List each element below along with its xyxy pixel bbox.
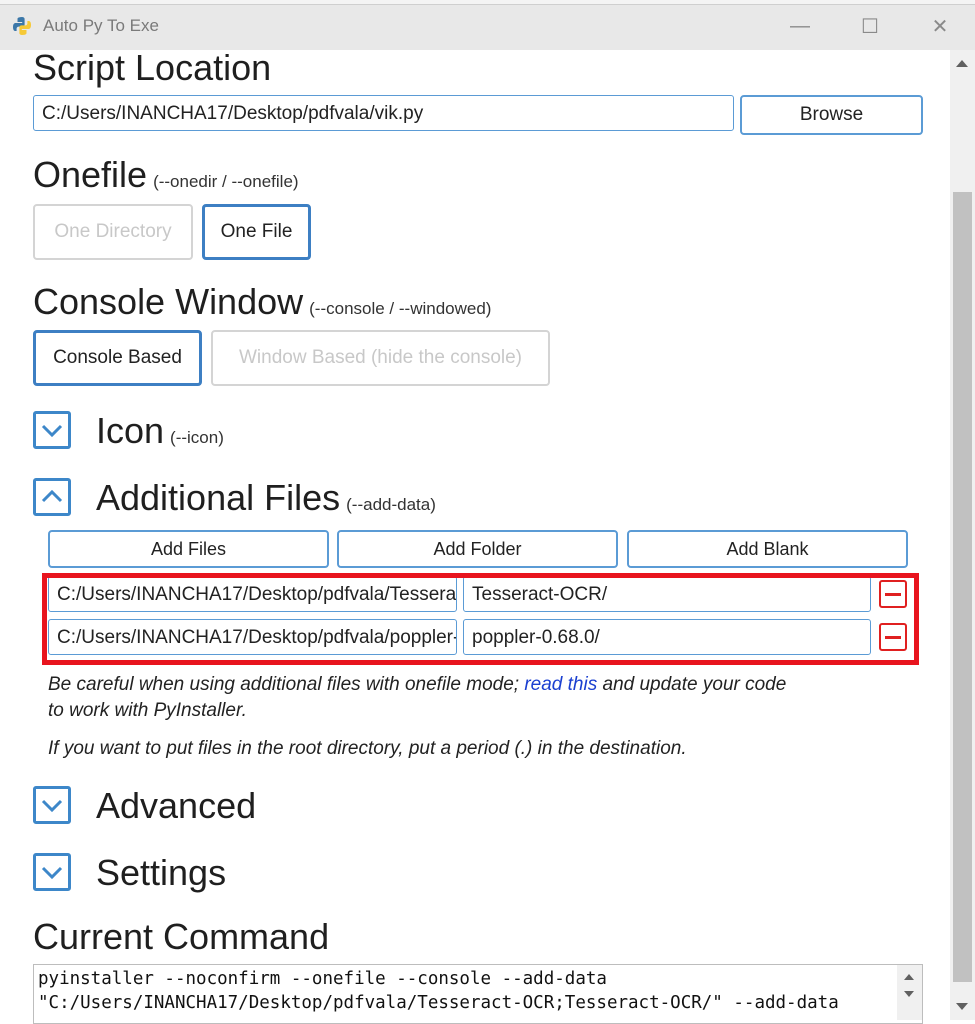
additional-files-toggle[interactable] [33, 478, 71, 516]
onefile-hint: (--onedir / --onefile) [153, 172, 299, 191]
chevron-down-icon [41, 866, 63, 880]
console-window-heading: Console Window (--console / --windowed) [33, 282, 491, 329]
additional-files-heading-text: Additional Files [96, 477, 341, 518]
window-based-button[interactable]: Window Based (hide the console) [211, 330, 550, 386]
command-line-1: pyinstaller --noconfirm --onefile --cons… [38, 969, 607, 989]
console-based-button[interactable]: Console Based [33, 330, 202, 386]
onefile-warning-text-end: and update your code [602, 674, 787, 695]
scroll-down-icon[interactable] [904, 991, 914, 997]
advanced-section-heading[interactable]: Advanced [96, 786, 256, 826]
onefile-warning-note-line2: to work with PyInstaller. [48, 700, 247, 721]
icon-section-toggle[interactable] [33, 411, 71, 449]
read-this-link[interactable]: read this [524, 674, 597, 695]
script-location-heading: Script Location [33, 47, 272, 88]
chevron-up-icon [41, 489, 63, 503]
title-bar-top-edge [0, 0, 975, 5]
additional-files-heading[interactable]: Additional Files (--add-data) [96, 478, 436, 525]
settings-section-heading[interactable]: Settings [96, 853, 226, 893]
python-logo-icon [13, 17, 31, 35]
browse-button[interactable]: Browse [740, 95, 923, 135]
console-window-heading-text: Console Window [33, 281, 304, 322]
onefile-warning-note: Be careful when using additional files w… [48, 672, 786, 698]
command-line-2: "C:/Users/INANCHA17/Desktop/pdfvala/Tess… [38, 993, 839, 1013]
add-blank-button[interactable]: Add Blank [627, 530, 908, 568]
maximize-icon[interactable]: ☐ [850, 10, 890, 42]
scroll-down-icon[interactable] [956, 1003, 968, 1010]
advanced-section-toggle[interactable] [33, 786, 71, 824]
window-title: Auto Py To Exe [43, 16, 159, 35]
console-window-hint: (--console / --windowed) [309, 299, 492, 318]
settings-section-toggle[interactable] [33, 853, 71, 891]
title-bar: Auto Py To Exe — ☐ ✕ [0, 0, 975, 50]
script-path-input[interactable]: C:/Users/INANCHA17/Desktop/pdfvala/vik.p… [33, 95, 734, 131]
scroll-up-icon[interactable] [956, 60, 968, 67]
add-folder-button[interactable]: Add Folder [337, 530, 618, 568]
close-icon[interactable]: ✕ [920, 10, 960, 42]
scrollbar-thumb[interactable] [953, 192, 972, 982]
onefile-heading: Onefile (--onedir / --onefile) [33, 155, 299, 202]
onefile-heading-text: Onefile [33, 154, 148, 195]
additional-files-hint: (--add-data) [346, 495, 436, 514]
root-directory-note: If you want to put files in the root dir… [48, 738, 687, 759]
icon-section-heading[interactable]: Icon (--icon) [96, 411, 224, 458]
current-command-textarea[interactable]: pyinstaller --noconfirm --onefile --cons… [33, 964, 923, 1024]
add-files-button[interactable]: Add Files [48, 530, 329, 568]
chevron-down-icon [41, 424, 63, 438]
main-scrollbar[interactable] [950, 50, 975, 1020]
scroll-up-icon[interactable] [904, 974, 914, 980]
icon-section-hint: (--icon) [170, 428, 224, 447]
one-file-button[interactable]: One File [202, 204, 311, 260]
current-command-heading: Current Command [33, 916, 330, 957]
onefile-warning-text: Be careful when using additional files w… [48, 674, 520, 695]
icon-section-heading-text: Icon [96, 410, 165, 451]
minimize-icon[interactable]: — [780, 10, 820, 42]
chevron-down-icon [41, 799, 63, 813]
highlight-box [42, 573, 919, 665]
command-scrollbar[interactable] [897, 965, 922, 1020]
one-directory-button[interactable]: One Directory [33, 204, 193, 260]
